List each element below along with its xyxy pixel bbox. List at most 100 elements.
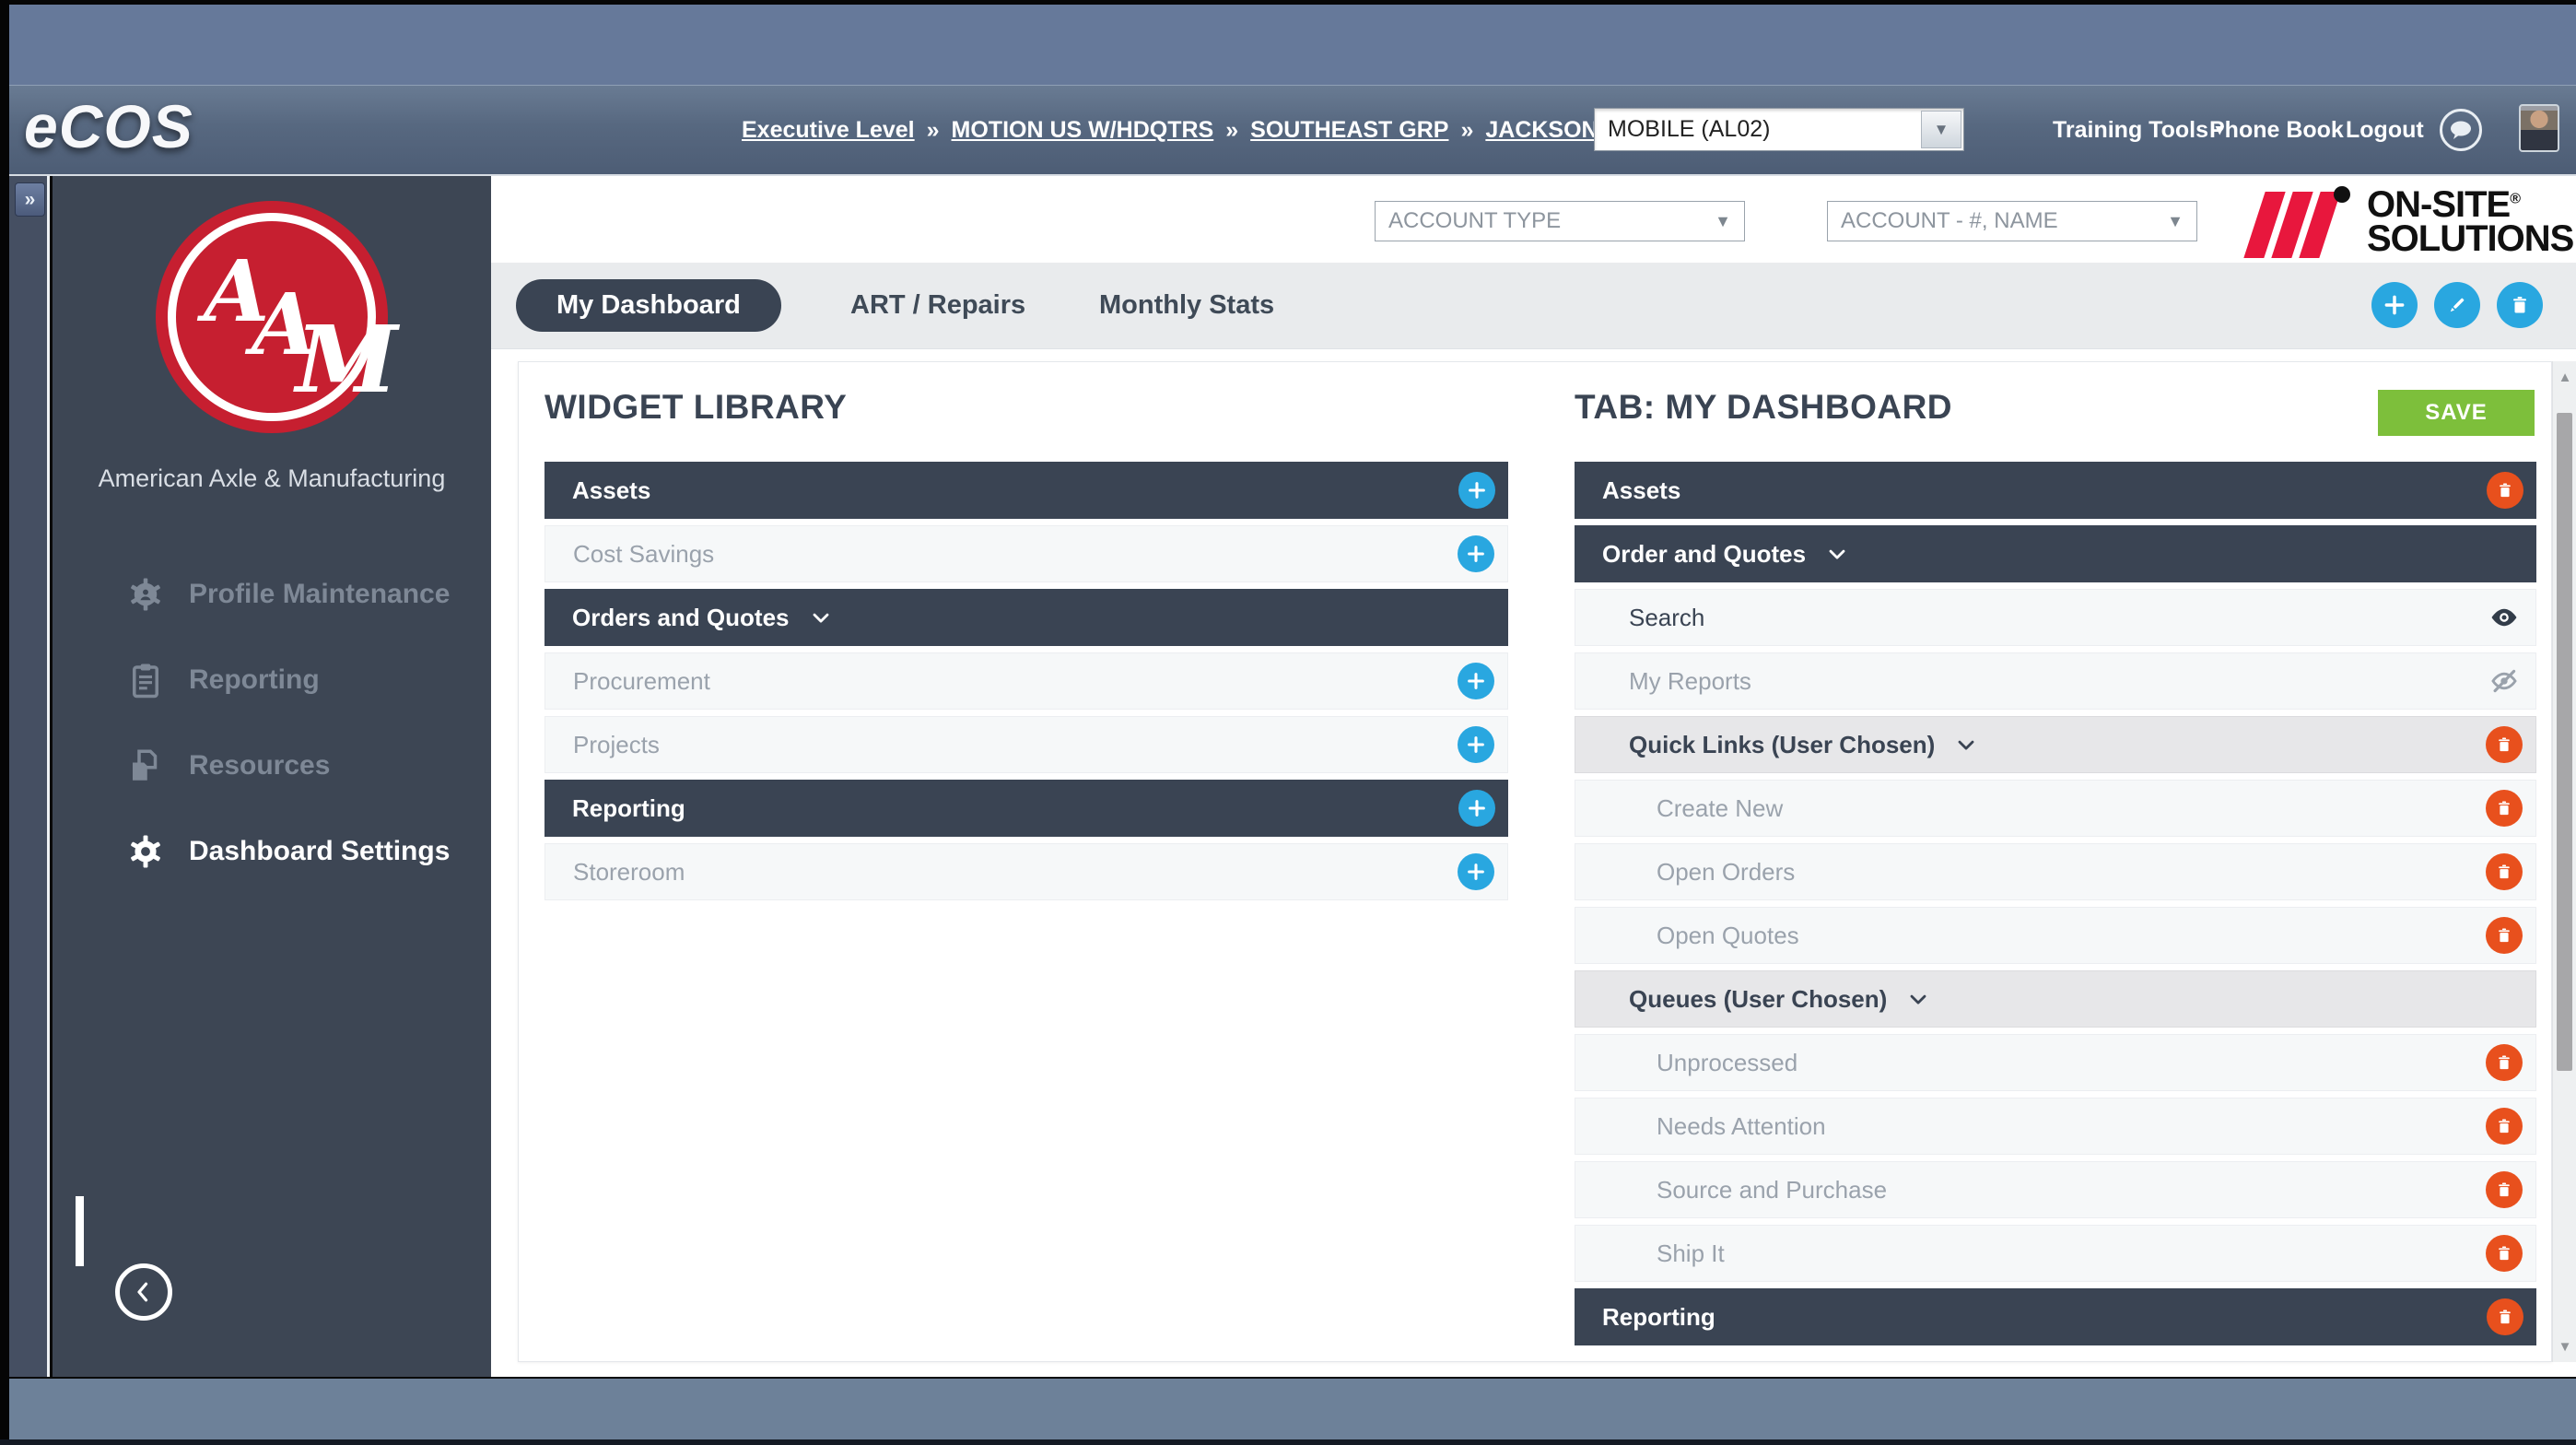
dash-row-unprocessed[interactable]: Unprocessed — [1575, 1034, 2536, 1091]
training-tools-menu[interactable]: Training Tools ▾ — [2053, 86, 2224, 174]
delete-tab-button[interactable] — [2497, 282, 2543, 328]
window-frame-bottom — [0, 1439, 2576, 1445]
gear-icon — [126, 832, 165, 871]
sidebar-menu: Profile Maintenance Reporting Resources … — [53, 551, 491, 1266]
dash-row-assets[interactable]: Assets — [1575, 462, 2536, 519]
dash-row-my-reports[interactable]: My Reports — [1575, 652, 2536, 710]
delete-trash-icon[interactable] — [2486, 726, 2523, 763]
dash-row-needs-attention[interactable]: Needs Attention — [1575, 1098, 2536, 1155]
sidebar-item-dashboard-settings[interactable]: Dashboard Settings — [53, 808, 491, 894]
window-frame-top — [0, 0, 2576, 5]
onsite-line2: SOLUTIONS — [2367, 218, 2574, 259]
breadcrumb-separator: » — [1225, 116, 1239, 143]
sidebar-item-reporting[interactable]: Reporting — [53, 637, 491, 722]
dash-row-order-and-quotes[interactable]: Order and Quotes — [1575, 525, 2536, 582]
delete-trash-icon[interactable] — [2486, 1044, 2523, 1081]
dash-row-open-orders[interactable]: Open Orders — [1575, 843, 2536, 900]
dashboard-tab-list: Assets Order and Quotes Search My Report… — [1575, 462, 2536, 1352]
dropdown-arrow-icon: ▼ — [2167, 211, 2184, 230]
expand-sidebar-icon[interactable]: » — [15, 182, 45, 217]
widget-row-projects[interactable]: Projects — [544, 716, 1508, 773]
breadcrumb: Executive Level » MOTION US W/HDQTRS » S… — [742, 86, 1688, 174]
delete-trash-icon[interactable] — [2487, 472, 2523, 509]
dash-row-ship-it[interactable]: Ship It — [1575, 1225, 2536, 1282]
dash-row-source-and-purchase[interactable]: Source and Purchase — [1575, 1161, 2536, 1218]
row-label: Storeroom — [573, 857, 685, 886]
breadcrumb-link-motion-us[interactable]: MOTION US W/HDQTRS — [952, 117, 1214, 144]
mi-logo-mark-icon — [2243, 186, 2356, 258]
logout-link[interactable]: Logout — [2346, 86, 2424, 174]
row-label: Queues (User Chosen) — [1629, 984, 1888, 1013]
delete-trash-icon[interactable] — [2487, 1298, 2523, 1335]
dash-row-quick-links[interactable]: Quick Links (User Chosen) — [1575, 716, 2536, 773]
dash-row-reporting[interactable]: Reporting — [1575, 1288, 2536, 1345]
delete-trash-icon[interactable] — [2486, 790, 2523, 827]
edit-tab-button[interactable] — [2434, 282, 2480, 328]
sidebar-item-label: Dashboard Settings — [189, 835, 451, 866]
widget-row-reporting[interactable]: Reporting — [544, 780, 1508, 837]
breadcrumb-link-southeast-grp[interactable]: SOUTHEAST GRP — [1250, 117, 1448, 144]
save-button[interactable]: SAVE — [2378, 390, 2535, 436]
location-select[interactable]: MOBILE (AL02) ▼ — [1594, 108, 1964, 151]
speech-bubble-icon[interactable] — [2440, 109, 2482, 151]
phone-book-link[interactable]: Phone Book — [2209, 86, 2344, 174]
row-label: Cost Savings — [573, 539, 715, 568]
row-label: Unprocessed — [1657, 1048, 1798, 1076]
logout-label: Logout — [2346, 116, 2424, 143]
dash-row-open-quotes[interactable]: Open Quotes — [1575, 907, 2536, 964]
dropdown-arrow-icon[interactable]: ▼ — [1921, 111, 1961, 148]
widget-row-procurement[interactable]: Procurement — [544, 652, 1508, 710]
delete-trash-icon[interactable] — [2486, 917, 2523, 954]
chevron-down-icon[interactable] — [1953, 732, 1979, 758]
sidebar-item-label: Resources — [189, 749, 331, 781]
sidebar-item-profile-maintenance[interactable]: Profile Maintenance — [53, 551, 491, 637]
row-label: Projects — [573, 730, 660, 758]
user-avatar[interactable] — [2519, 104, 2559, 152]
add-icon[interactable] — [1458, 472, 1495, 509]
delete-trash-icon[interactable] — [2486, 1235, 2523, 1272]
ecos-logo[interactable]: eCOS — [24, 91, 193, 161]
onsite-logo-text: ON-SITE® SOLUTIONS — [2367, 186, 2574, 259]
breadcrumb-link-executive-level[interactable]: Executive Level — [742, 117, 915, 144]
dash-row-create-new[interactable]: Create New — [1575, 780, 2536, 837]
aam-logo: A A M — [156, 201, 398, 433]
add-icon[interactable] — [1458, 853, 1494, 890]
dash-row-search[interactable]: Search — [1575, 589, 2536, 646]
widget-row-orders-and-quotes[interactable]: Orders and Quotes — [544, 589, 1508, 646]
add-tab-button[interactable] — [2371, 282, 2418, 328]
row-label: Assets — [1602, 476, 1681, 504]
add-icon[interactable] — [1458, 790, 1495, 827]
chevron-down-icon[interactable] — [1905, 986, 1931, 1012]
tab-my-dashboard[interactable]: My Dashboard — [516, 279, 781, 332]
delete-trash-icon[interactable] — [2486, 1171, 2523, 1208]
tab-art-repairs[interactable]: ART / Repairs — [850, 263, 1025, 348]
row-label: Order and Quotes — [1602, 539, 1807, 568]
account-number-name-select[interactable]: ACCOUNT - #, NAME ▼ — [1827, 201, 2197, 241]
chevron-down-icon[interactable] — [808, 605, 834, 630]
scroll-down-icon[interactable]: ▼ — [2553, 1334, 2576, 1358]
account-type-select[interactable]: ACCOUNT TYPE ▼ — [1375, 201, 1745, 241]
widget-row-cost-savings[interactable]: Cost Savings — [544, 525, 1508, 582]
sidebar-back-button[interactable] — [115, 1263, 172, 1321]
delete-trash-icon[interactable] — [2486, 853, 2523, 890]
add-icon[interactable] — [1458, 535, 1494, 572]
training-tools-label: Training Tools — [2053, 116, 2208, 143]
tab-monthly-stats[interactable]: Monthly Stats — [1099, 263, 1274, 348]
aam-logo-letter: M — [296, 305, 398, 414]
delete-trash-icon[interactable] — [2486, 1108, 2523, 1145]
widget-library-list: Assets Cost Savings Orders and Quotes Pr… — [544, 462, 1508, 907]
sidebar-item-resources[interactable]: Resources — [53, 722, 491, 808]
vertical-scrollbar[interactable]: ▲ ▼ — [2552, 361, 2576, 1362]
dash-row-queues[interactable]: Queues (User Chosen) — [1575, 970, 2536, 1028]
widget-row-assets[interactable]: Assets — [544, 462, 1508, 519]
widget-row-storeroom[interactable]: Storeroom — [544, 843, 1508, 900]
eye-hidden-icon[interactable] — [2484, 665, 2524, 697]
add-icon[interactable] — [1458, 726, 1494, 763]
widget-library-title: WIDGET LIBRARY — [544, 388, 848, 426]
scrollbar-thumb[interactable] — [2557, 413, 2572, 1071]
phone-book-label: Phone Book — [2209, 116, 2344, 143]
add-icon[interactable] — [1458, 663, 1494, 699]
eye-visible-icon[interactable] — [2484, 602, 2524, 633]
scroll-up-icon[interactable]: ▲ — [2553, 365, 2576, 389]
chevron-down-icon[interactable] — [1824, 541, 1850, 567]
